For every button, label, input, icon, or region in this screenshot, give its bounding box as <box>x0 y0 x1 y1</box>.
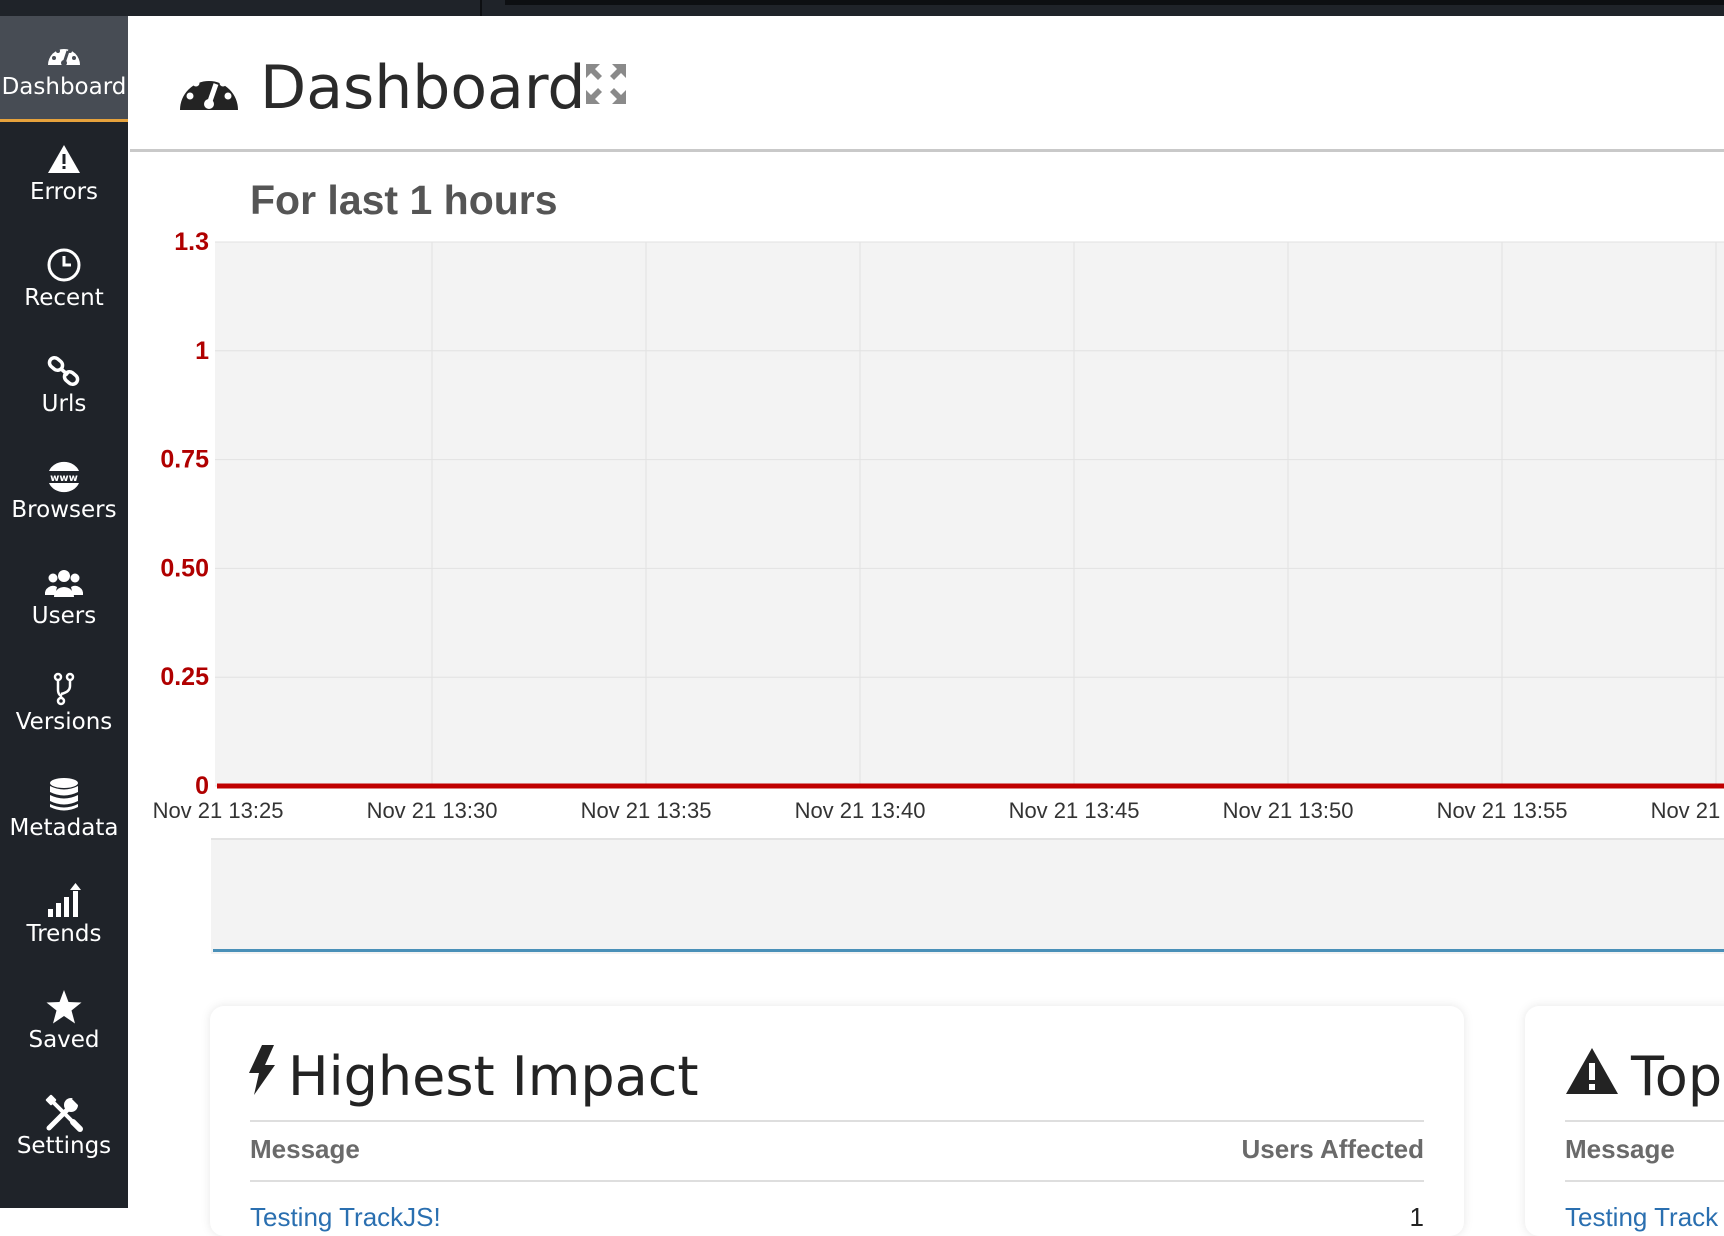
sidebar-item-dashboard[interactable]: Dashboard <box>0 16 128 122</box>
plot-area <box>215 242 1724 786</box>
highest-impact-card: Highest Impact Message Users Affected Te… <box>210 1006 1464 1236</box>
card-title-text: Highest Impact <box>288 1045 699 1108</box>
y-tick-label: 0.50 <box>160 554 209 582</box>
x-tick-label: Nov 21 13:45 <box>1009 798 1140 823</box>
dashboard-gauge-icon <box>44 35 84 73</box>
error-message-link[interactable]: Testing Track <box>1565 1202 1718 1233</box>
column-header-message[interactable]: Message <box>1565 1134 1675 1165</box>
x-tick-label: Nov 21 13:50 <box>1223 798 1354 823</box>
sidebar-item-trends[interactable]: Trends <box>0 862 128 968</box>
column-header-message[interactable]: Message <box>250 1134 360 1165</box>
sidebar-item-metadata[interactable]: Metadata <box>0 756 128 862</box>
sidebar-item-label: Versions <box>15 709 113 735</box>
card-title: Highest Impact <box>248 1042 699 1112</box>
chart-title: For last 1 hours <box>250 177 558 223</box>
sidebar: Dashboard Errors Recent Urls www Browser… <box>0 16 128 1208</box>
sidebar-item-urls[interactable]: Urls <box>0 332 128 438</box>
y-tick-label: 0.25 <box>160 663 209 691</box>
bolt-icon <box>248 1042 276 1112</box>
sidebar-item-label: Saved <box>28 1027 100 1053</box>
trend-bars-icon <box>44 882 84 920</box>
sidebar-item-label: Settings <box>16 1133 112 1159</box>
error-chart: 0 0.25 0.50 0.75 1 1.3 Nov 21 13:25 Nov 21 13:3… <box>153 230 1724 823</box>
card-divider <box>1565 1180 1724 1182</box>
x-tick-label: Nov 21 13:55 <box>1437 798 1568 823</box>
globe-www-icon: www <box>44 458 84 496</box>
users-icon <box>44 564 84 602</box>
sidebar-item-label: Browsers <box>11 497 117 523</box>
sidebar-item-users[interactable]: Users <box>0 544 128 650</box>
sidebar-item-saved[interactable]: Saved <box>0 968 128 1074</box>
y-tick-label: 1 <box>195 337 209 365</box>
y-tick-label: 0.75 <box>160 446 209 474</box>
users-affected-count: 1 <box>1409 1202 1424 1232</box>
navigator-series-line <box>213 949 1724 952</box>
page-title: Dashboard <box>260 53 586 123</box>
sidebar-item-errors[interactable]: Errors <box>0 120 128 226</box>
sidebar-item-label: Trends <box>26 921 102 947</box>
dashboard-gauge-icon <box>178 62 240 116</box>
svg-text:www: www <box>50 473 78 484</box>
card-divider <box>1565 1120 1724 1122</box>
y-tick-label: 1.3 <box>174 230 209 256</box>
range-navigator[interactable] <box>211 838 1724 954</box>
x-tick-label: Nov 21 13:25 <box>153 798 284 823</box>
link-icon <box>44 352 84 390</box>
top-bar-strip <box>505 0 1724 5</box>
sidebar-item-versions[interactable]: Versions <box>0 650 128 756</box>
sidebar-item-label: Errors <box>29 179 99 205</box>
card-divider <box>250 1180 1424 1182</box>
page-header: Dashboard <box>130 16 1724 152</box>
branch-icon <box>44 670 84 708</box>
card-title: Top <box>1565 1042 1722 1112</box>
star-icon <box>44 988 84 1026</box>
warning-icon <box>44 140 84 178</box>
sidebar-item-browsers[interactable]: www Browsers <box>0 438 128 544</box>
x-tick-label: Nov 21 13:35 <box>581 798 712 823</box>
card-title-text: Top <box>1631 1045 1723 1108</box>
sidebar-item-label: Metadata <box>9 815 119 841</box>
card-divider <box>250 1120 1424 1122</box>
sidebar-item-label: Urls <box>41 391 87 417</box>
sidebar-item-recent[interactable]: Recent <box>0 226 128 332</box>
tools-icon <box>44 1094 84 1132</box>
sidebar-item-label: Recent <box>24 285 104 311</box>
x-tick-label: Nov 21 14:00 <box>1651 798 1724 823</box>
error-message-link[interactable]: Testing TrackJS! <box>250 1202 441 1233</box>
sidebar-item-settings[interactable]: Settings <box>0 1074 128 1180</box>
sidebar-item-label: Users <box>31 603 97 629</box>
top-card: Top Message Testing Track <box>1525 1006 1724 1236</box>
x-tick-label: Nov 21 13:40 <box>795 798 926 823</box>
clock-icon <box>44 246 84 284</box>
y-tick-label: 0 <box>195 772 209 800</box>
x-tick-label: Nov 21 13:30 <box>367 798 498 823</box>
column-header-users-affected[interactable]: Users Affected <box>1241 1134 1424 1165</box>
expand-icon[interactable] <box>582 60 630 112</box>
top-bar-divider <box>480 0 482 16</box>
sidebar-item-label: Dashboard <box>1 73 127 100</box>
top-bar <box>0 0 1724 16</box>
database-icon <box>44 776 84 814</box>
warning-icon <box>1565 1042 1619 1112</box>
